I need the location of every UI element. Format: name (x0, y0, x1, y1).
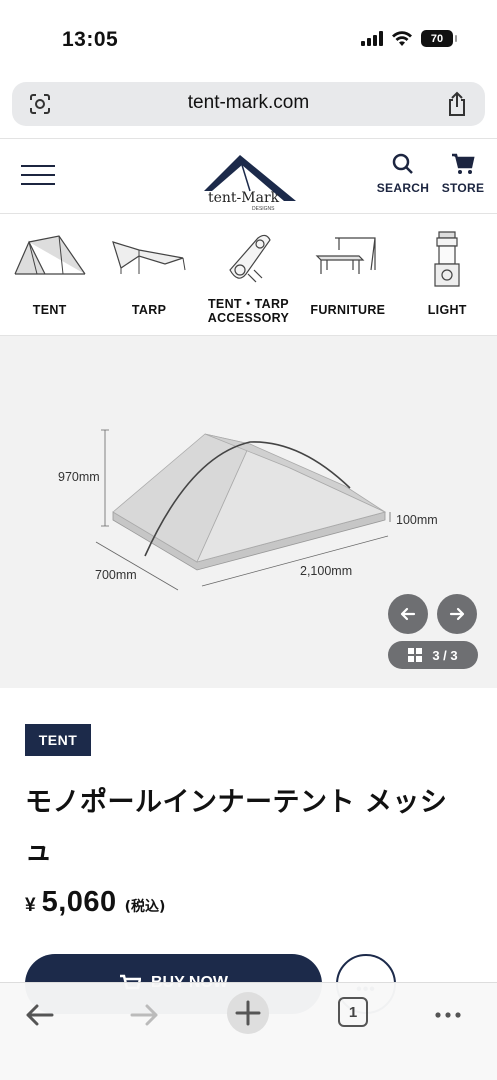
width-dimension: 700mm (95, 568, 137, 582)
arrow-left-icon (400, 607, 416, 621)
light-icon (434, 231, 460, 287)
category-label: LIGHT (427, 303, 467, 317)
search-button[interactable]: SEARCH (375, 153, 431, 195)
category-label-line2: ACCESSORY (207, 311, 290, 325)
svg-text:tent-Mark: tent-Mark (208, 190, 280, 206)
more-icon[interactable] (428, 995, 468, 1035)
menu-icon[interactable] (21, 165, 55, 187)
tarp-icon (112, 241, 186, 274)
address-bar[interactable]: tent-mark.com (12, 82, 485, 126)
tabs-button[interactable]: 1 (338, 997, 368, 1027)
category-label: TENT (32, 303, 67, 317)
tent-icon (14, 235, 86, 275)
tent-dimension-diagram (95, 429, 391, 591)
brand-logo[interactable]: tent-Mark DESIGNS (198, 145, 298, 211)
category-tag[interactable]: TENT (25, 724, 91, 756)
category-nav: TENT TARP TENT・TARP ACCESSORY FURNITURE (0, 214, 497, 336)
furniture-icon (315, 237, 376, 274)
battery-icon: 70 (421, 30, 457, 47)
search-icon (392, 153, 413, 174)
new-tab-button[interactable] (227, 992, 269, 1034)
price-value: 5,060 (41, 886, 117, 918)
back-icon[interactable] (20, 995, 60, 1035)
height-dimension: 970mm (58, 470, 100, 484)
url-text[interactable]: tent-mark.com (12, 92, 485, 114)
category-label: TARP (131, 303, 167, 317)
prev-image-button[interactable] (388, 594, 428, 634)
share-icon[interactable] (445, 91, 469, 117)
store-button[interactable]: STORE (440, 153, 486, 195)
plus-icon (235, 1000, 261, 1026)
category-tarp[interactable]: TARP (99, 214, 198, 335)
price: ¥ 5,060 (税込) (25, 886, 165, 919)
category-label: TENT・TARP ACCESSORY (199, 297, 298, 325)
next-image-button[interactable] (437, 594, 477, 634)
category-label: FURNITURE (310, 303, 386, 317)
search-label: SEARCH (376, 181, 430, 195)
browser-toolbar: 1 (0, 982, 497, 1080)
grid-icon (408, 648, 423, 662)
svg-text:DESIGNS: DESIGNS (252, 206, 275, 211)
wifi-icon (392, 30, 412, 46)
store-label: STORE (441, 181, 485, 195)
category-accessory[interactable]: TENT・TARP ACCESSORY (199, 214, 298, 335)
category-furniture[interactable]: FURNITURE (298, 214, 397, 335)
product-gallery[interactable]: 970mm 700mm 2,100mm 100mm 3 / 3 (0, 336, 497, 688)
length-dimension: 2,100mm (300, 564, 353, 578)
cart-icon (452, 153, 475, 174)
arrow-right-icon (449, 607, 465, 621)
status-bar: 13:05 70 (0, 0, 497, 74)
category-tent[interactable]: TENT (0, 214, 99, 335)
counter-text: 3 / 3 (432, 647, 458, 663)
floor-dimension: 100mm (396, 513, 438, 527)
image-counter[interactable]: 3 / 3 (388, 641, 478, 669)
accessory-icon (229, 234, 272, 283)
forward-icon[interactable] (124, 995, 164, 1035)
price-symbol: ¥ (25, 895, 36, 916)
status-time: 13:05 (62, 28, 119, 51)
tax-note: (税込) (124, 899, 166, 915)
category-light[interactable]: LIGHT (398, 214, 497, 335)
product-title: モノポールインナーテント メッシュ (25, 787, 448, 867)
status-icons: 70 (361, 30, 457, 47)
signal-icon (361, 31, 383, 46)
site-header: tent-Mark DESIGNS SEARCH STORE (0, 138, 497, 214)
category-label-line1: TENT・TARP (208, 297, 289, 311)
